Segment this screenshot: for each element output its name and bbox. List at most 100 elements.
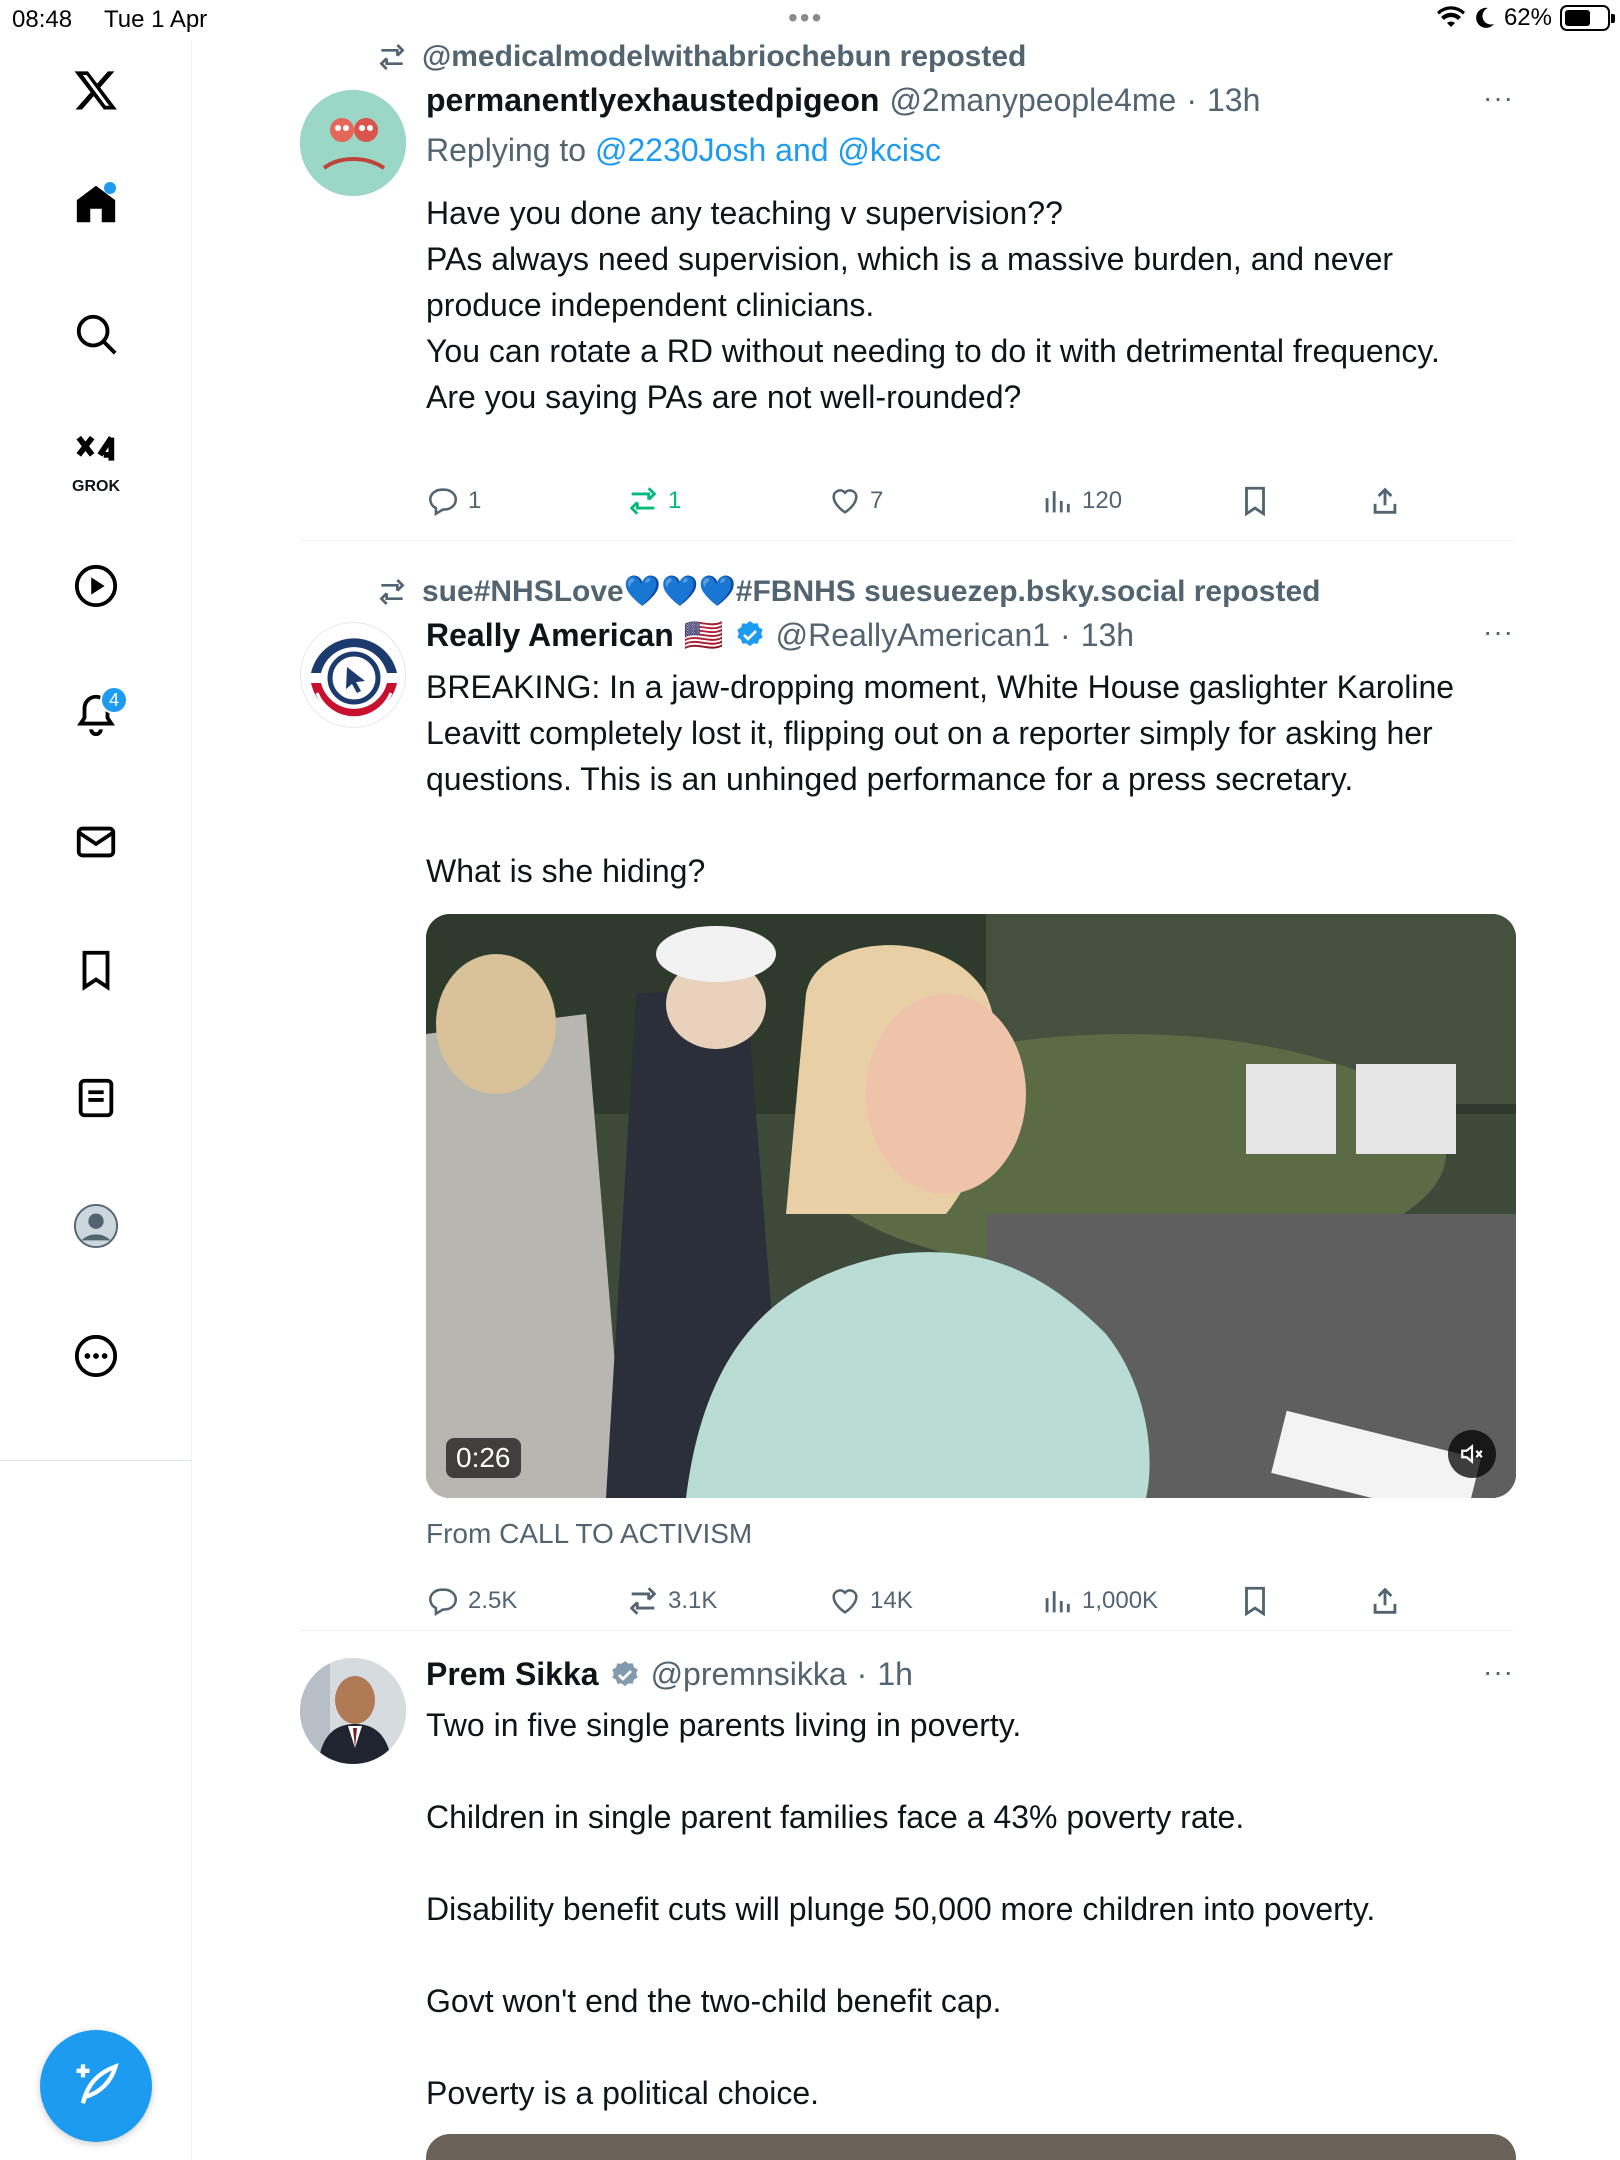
repost-icon — [379, 44, 405, 70]
tweet-line: Poverty is a political choice. — [426, 2075, 820, 2111]
video-duration: 0:26 — [446, 1438, 521, 1478]
views-button[interactable]: 120 — [1040, 484, 1122, 518]
tweet-text: Have you done any teaching v supervision… — [426, 190, 1516, 420]
repost-by: sue#NHSLove💙💙💙#FBNHS suesuezep.bsky.soci… — [422, 575, 1321, 608]
tweet-line: You can rotate a RD without needing to d… — [426, 333, 1440, 369]
post-image-preview[interactable] — [426, 2134, 1516, 2160]
status-bar: 08:48 Tue 1 Apr ••• 62% — [0, 0, 1620, 40]
views-chart-icon — [1045, 1591, 1070, 1613]
author-handle[interactable]: @premnsikka — [651, 1656, 847, 1693]
search-icon — [76, 314, 117, 355]
tweet-actions: 1 1 7 120 — [426, 484, 1516, 524]
wifi-icon — [1436, 6, 1465, 27]
tweet-line: Govt won't end the two-child benefit cap… — [426, 1983, 1002, 2019]
author-name[interactable]: Prem Sikka — [426, 1656, 599, 1693]
battery-icon — [1560, 5, 1615, 31]
battery-level — [1565, 10, 1590, 26]
replying-users[interactable]: @2230Josh and @kcisc — [595, 132, 941, 168]
view-count: 1,000K — [1082, 1587, 1159, 1614]
nav-lists[interactable] — [50, 1052, 142, 1144]
muted-speaker-icon — [1461, 1444, 1483, 1464]
status-time: 08:48 — [12, 6, 73, 33]
separator: · — [1186, 82, 1197, 118]
reply-button[interactable]: 2.5K — [426, 1584, 517, 1618]
author-name[interactable]: permanentlyexhaustedpigeon — [426, 82, 879, 119]
views-button[interactable]: 1,000K — [1040, 1584, 1158, 1618]
nav-home[interactable] — [50, 158, 142, 250]
avatar[interactable] — [300, 90, 406, 196]
mute-button[interactable] — [1448, 1430, 1496, 1478]
reply-icon — [428, 1588, 457, 1617]
like-button[interactable]: 7 — [828, 484, 883, 518]
nav-profile[interactable] — [50, 1180, 142, 1272]
nav-messages[interactable] — [50, 796, 142, 888]
nav-video[interactable] — [50, 540, 142, 632]
tweet-divider — [300, 540, 1514, 541]
grok-icon — [76, 435, 115, 461]
like-count: 14K — [870, 1587, 913, 1614]
really-american-logo-icon — [304, 626, 404, 726]
repost-count: 1 — [668, 487, 682, 514]
share-icon — [1373, 487, 1397, 514]
tweet-time[interactable]: 13h — [1207, 82, 1260, 119]
sidebar-divider — [0, 1460, 192, 1461]
tweet-line: Disability benefit cuts will plunge 50,0… — [426, 1891, 1376, 1927]
nav-grok[interactable]: GROK — [50, 416, 142, 508]
nav-notifications[interactable]: 4 — [50, 668, 142, 760]
tweet-line: BREAKING: In a jaw-dropping moment, Whit… — [426, 669, 1455, 797]
nav-more[interactable] — [50, 1310, 142, 1402]
tweet-time[interactable]: 1h — [877, 1656, 913, 1693]
list-icon — [78, 1078, 114, 1118]
status-date: Tue 1 Apr — [104, 6, 208, 33]
video-source[interactable]: From CALL TO ACTIVISM — [426, 1518, 752, 1550]
tweet-line: Children in single parent families face … — [426, 1799, 1245, 1835]
tweet-actions: 2.5K 3.1K 14K 1,000K — [426, 1584, 1516, 1624]
x-logo-icon — [74, 71, 117, 110]
share-button[interactable] — [1368, 1584, 1402, 1618]
more-options-icon[interactable]: ··· — [1483, 82, 1514, 114]
author-name[interactable]: Really American — [426, 617, 674, 654]
bookmark-icon — [1245, 486, 1265, 517]
nav-bookmarks[interactable] — [50, 924, 142, 1016]
tweet-header: Really American 🇺🇸 @ReallyAmerican1 · 13… — [426, 616, 1134, 654]
avatar[interactable] — [300, 622, 406, 728]
repost-button[interactable]: 3.1K — [626, 1584, 717, 1618]
battery-percent: 62% — [1503, 4, 1552, 31]
like-count: 7 — [870, 487, 884, 514]
author-handle[interactable]: @2manypeople4me — [889, 82, 1176, 119]
share-button[interactable] — [1368, 484, 1402, 518]
repost-button[interactable]: 1 — [626, 484, 681, 518]
moon-icon — [1476, 7, 1494, 28]
bookmark-button[interactable] — [1238, 1584, 1272, 1618]
reply-button[interactable]: 1 — [426, 484, 481, 518]
compose-button[interactable] — [40, 2030, 152, 2142]
tweet-line: PAs always need supervision, which is a … — [426, 241, 1394, 323]
repost-by: @medicalmodelwithabriochebun reposted — [422, 40, 1027, 73]
tweet-line: Two in five single parents living in pov… — [426, 1707, 1022, 1743]
avatar[interactable] — [300, 1658, 406, 1764]
x-logo-button[interactable] — [50, 44, 142, 136]
replying-prefix: Replying to — [426, 132, 587, 168]
more-options-icon[interactable]: ··· — [1483, 616, 1514, 648]
multitasking-dots[interactable]: ••• — [788, 2, 823, 34]
bookmark-button[interactable] — [1238, 484, 1272, 518]
envelope-icon — [76, 826, 116, 858]
replying-to: Replying to @2230Josh and @kcisc — [426, 132, 941, 169]
like-button[interactable]: 14K — [828, 1584, 913, 1618]
video-player[interactable]: 0:26 — [426, 914, 1516, 1498]
more-options-icon[interactable]: ··· — [1483, 1656, 1514, 1688]
repost-icon — [629, 1587, 657, 1615]
author-handle[interactable]: @ReallyAmerican1 — [776, 617, 1050, 654]
tweet-header: Prem Sikka @premnsikka · 1h — [426, 1656, 913, 1693]
tweet-text: BREAKING: In a jaw-dropping moment, Whit… — [426, 664, 1516, 894]
avatar-icon — [73, 1203, 119, 1249]
sidebar: GROK 4 — [0, 40, 192, 2160]
tweet-line: Are you saying PAs are not well-rounded? — [426, 379, 1022, 415]
nav-explore[interactable] — [50, 288, 142, 380]
prem-sikka-avatar-icon — [300, 1658, 406, 1764]
tweet-time[interactable]: 13h — [1081, 617, 1134, 654]
home-unread-dot — [104, 182, 116, 194]
tweet-text: Two in five single parents living in pov… — [426, 1702, 1516, 2116]
flag-icon: 🇺🇸 — [683, 617, 724, 653]
owl-pigeon-avatar-icon — [300, 90, 406, 196]
